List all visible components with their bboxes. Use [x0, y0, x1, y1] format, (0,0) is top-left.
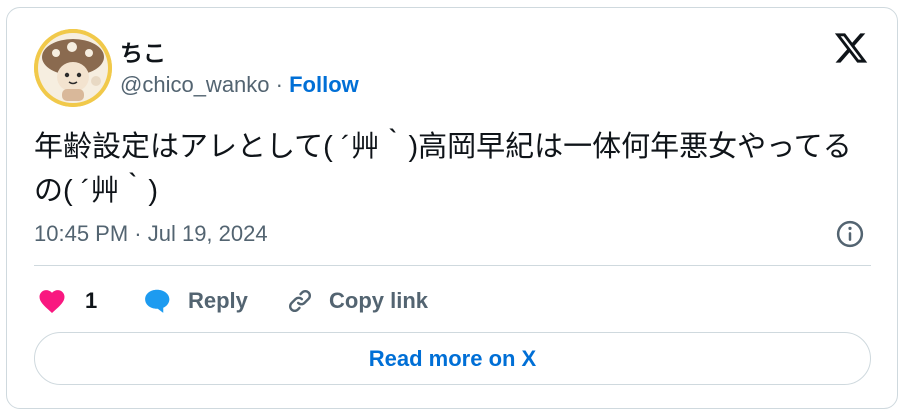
read-more-button[interactable]: Read more on X: [34, 332, 871, 385]
reply-bubble-icon: [145, 289, 170, 313]
like-count: 1: [85, 288, 98, 313]
tweet-card: ちこ @chico_wanko · Follow 年齢設定はアレとして( ´艸｀…: [6, 7, 898, 409]
heart-icon: [39, 290, 65, 313]
reply-label: Reply: [188, 288, 248, 313]
like-button[interactable]: 1: [37, 283, 97, 319]
read-more-label: Read more on X: [368, 345, 537, 371]
separator-dot: ·: [275, 72, 283, 97]
timestamp[interactable]: 10:45 PM · Jul 19, 2024: [34, 221, 268, 247]
avatar[interactable]: [34, 29, 112, 107]
divider: [34, 265, 871, 266]
copy-link-button[interactable]: Copy link: [285, 283, 428, 319]
link-icon: [289, 290, 311, 312]
follow-button[interactable]: Follow: [289, 72, 359, 97]
avatar-image: [34, 29, 112, 107]
display-name[interactable]: ちこ: [120, 34, 166, 68]
reply-button[interactable]: Reply: [142, 283, 248, 319]
info-icon[interactable]: [835, 219, 865, 249]
copy-link-label: Copy link: [329, 288, 429, 313]
handle-row: @chico_wanko · Follow: [120, 72, 359, 98]
tweet-text: 年齢設定はアレとして( ´艸｀)高岡早紀は一体何年悪女やってるの( ´艸｀): [34, 131, 852, 207]
x-logo-icon[interactable]: [833, 30, 869, 66]
user-handle[interactable]: @chico_wanko: [120, 72, 270, 97]
